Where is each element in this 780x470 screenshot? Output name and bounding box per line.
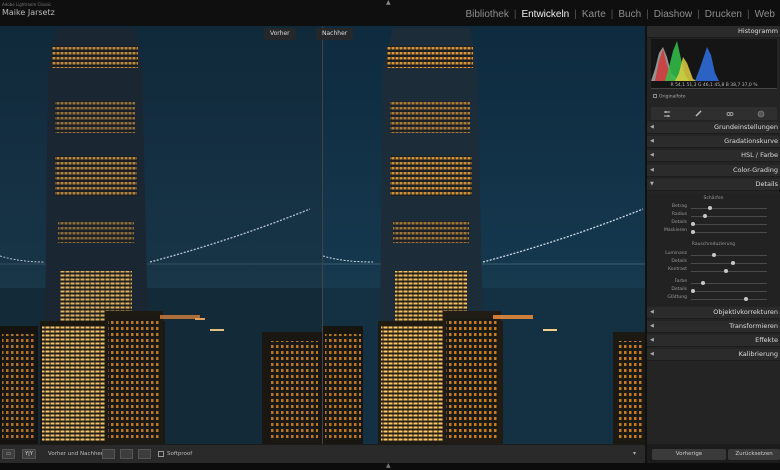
panel-hsl[interactable]: ◀ HSL / Farbe	[647, 150, 780, 162]
top-bar: Adobe Lightroom Classic Maike Jarsetz ▲ …	[0, 0, 780, 26]
module-buch[interactable]: Buch	[613, 9, 646, 20]
slider-kontrast[interactable]: Kontrast	[647, 267, 780, 275]
histogram-title: Histogramm	[737, 27, 778, 35]
after-label: Nachher	[316, 28, 354, 40]
triangle-left-icon: ◀	[650, 124, 654, 130]
slider-farbe[interactable]: Farbe	[647, 279, 780, 287]
panel-effekte[interactable]: ◀ Effekte	[647, 335, 780, 347]
noise-heading: Rauschreduzierung	[691, 242, 736, 247]
panel-color-grading[interactable]: ◀ Color-Grading	[647, 165, 780, 177]
original-photo-label: Originalfoto	[659, 94, 686, 100]
copy-before-to-after-icon[interactable]	[102, 449, 115, 459]
triangle-left-icon: ◀	[650, 309, 654, 315]
slider-maskieren[interactable]: Maskieren	[647, 228, 780, 236]
slider-knob[interactable]	[723, 269, 728, 273]
slider-knob[interactable]	[690, 230, 695, 234]
panel-objektivkorrekturen[interactable]: ◀ Objektivkorrekturen	[647, 307, 780, 319]
sliders-icon[interactable]	[663, 110, 671, 118]
slider-betrag[interactable]: Betrag	[647, 204, 780, 212]
triangle-left-icon: ◀	[650, 167, 654, 173]
previous-button[interactable]: Vorherige	[652, 449, 726, 460]
triangle-left-icon: ◀	[650, 152, 654, 158]
slider-luminanz[interactable]: Luminanz	[647, 251, 780, 259]
mask-icon[interactable]	[757, 110, 765, 118]
triangle-up-icon[interactable]: ▲	[386, 462, 391, 469]
before-image[interactable]	[0, 26, 322, 444]
after-image[interactable]	[323, 26, 645, 444]
slider-knob[interactable]	[708, 206, 712, 210]
triangle-left-icon: ◀	[650, 337, 654, 343]
triangle-up-icon[interactable]: ▲	[386, 0, 391, 6]
module-karte[interactable]: Karte	[577, 9, 611, 20]
copy-after-to-before-icon[interactable]	[120, 449, 133, 459]
toolbar: ▭ Y|Y Vorher und Nachher: Softproof ▾	[0, 444, 645, 463]
triangle-down-icon: ▼	[650, 181, 654, 187]
before-after-view[interactable]: Vorher Nachher	[0, 26, 645, 444]
before-after-mode-button[interactable]: Y|Y	[22, 449, 36, 459]
panel-transformieren[interactable]: ◀ Transformieren	[647, 321, 780, 333]
softproof-checkbox[interactable]	[158, 451, 164, 457]
module-diashow[interactable]: Diashow	[649, 9, 697, 20]
histogram[interactable]	[651, 39, 777, 89]
redeye-icon[interactable]	[726, 110, 734, 118]
triangle-left-icon: ◀	[650, 138, 654, 144]
panel-details[interactable]: ▼ Details	[647, 179, 780, 191]
panel-gradationskurve[interactable]: ◀ Gradationskurve	[647, 136, 780, 148]
triangle-left-icon: ◀	[650, 351, 654, 357]
module-bibliothek[interactable]: Bibliothek	[460, 9, 513, 20]
slider-radius[interactable]: Radius	[647, 212, 780, 220]
app-name: Adobe Lightroom Classic	[2, 2, 52, 7]
slider-knob[interactable]	[702, 214, 707, 218]
module-entwickeln[interactable]: Entwickeln	[516, 9, 574, 20]
brush-icon[interactable]	[694, 109, 702, 118]
triangle-left-icon: ◀	[650, 323, 654, 329]
slider-details[interactable]: Details	[647, 220, 780, 228]
histogram-values: R 54,1 51,3 G 46,1 45,8 B 38,7 37,0 %	[670, 83, 758, 88]
before-after-label: Vorher und Nachher:	[48, 451, 105, 457]
slider-color-details[interactable]: Details	[647, 287, 780, 295]
panel-histogram-header[interactable]: Histogramm	[647, 26, 780, 38]
slider-knob[interactable]	[701, 281, 706, 285]
toolbar-menu-icon[interactable]: ▾	[633, 450, 636, 457]
original-photo-toggle[interactable]: Originalfoto	[653, 94, 685, 100]
details-panel-body: Schärfen Betrag Radius Details Maskieren…	[647, 194, 780, 306]
module-picker: Bibliothek | Entwickeln | Karte | Buch | Dia…	[460, 9, 780, 20]
slider-knob[interactable]	[743, 297, 748, 301]
slider-knob[interactable]	[711, 253, 716, 257]
sharpen-heading: Schärfen	[703, 196, 724, 201]
right-panel: Histogramm R 54,1 51,3 G 46,1 45,8 B 38,…	[647, 26, 780, 444]
identity-plate: Maike Jarsetz	[2, 8, 55, 17]
softproof-label: Softproof	[167, 451, 193, 457]
slider-glaettung[interactable]: Glättung	[647, 295, 780, 303]
slider-knob[interactable]	[690, 222, 695, 226]
bottom-bar: ▲	[0, 462, 780, 470]
before-label: Vorher	[264, 28, 296, 40]
slider-knob[interactable]	[690, 289, 695, 293]
tool-strip	[651, 107, 777, 120]
module-drucken[interactable]: Drucken	[700, 9, 747, 20]
checkbox-icon[interactable]	[653, 94, 657, 98]
swap-settings-icon[interactable]	[138, 449, 151, 459]
module-web[interactable]: Web	[750, 9, 780, 20]
slider-knob[interactable]	[730, 261, 735, 265]
panel-grundeinstellungen[interactable]: ◀ Grundeinstellungen	[647, 122, 780, 134]
panel-kalibrierung[interactable]: ◀ Kalibrierung	[647, 349, 780, 361]
slider-noise-details[interactable]: Details	[647, 259, 780, 267]
reset-button[interactable]: Zurücksetzen	[728, 449, 780, 460]
loupe-view-button[interactable]: ▭	[2, 449, 15, 459]
